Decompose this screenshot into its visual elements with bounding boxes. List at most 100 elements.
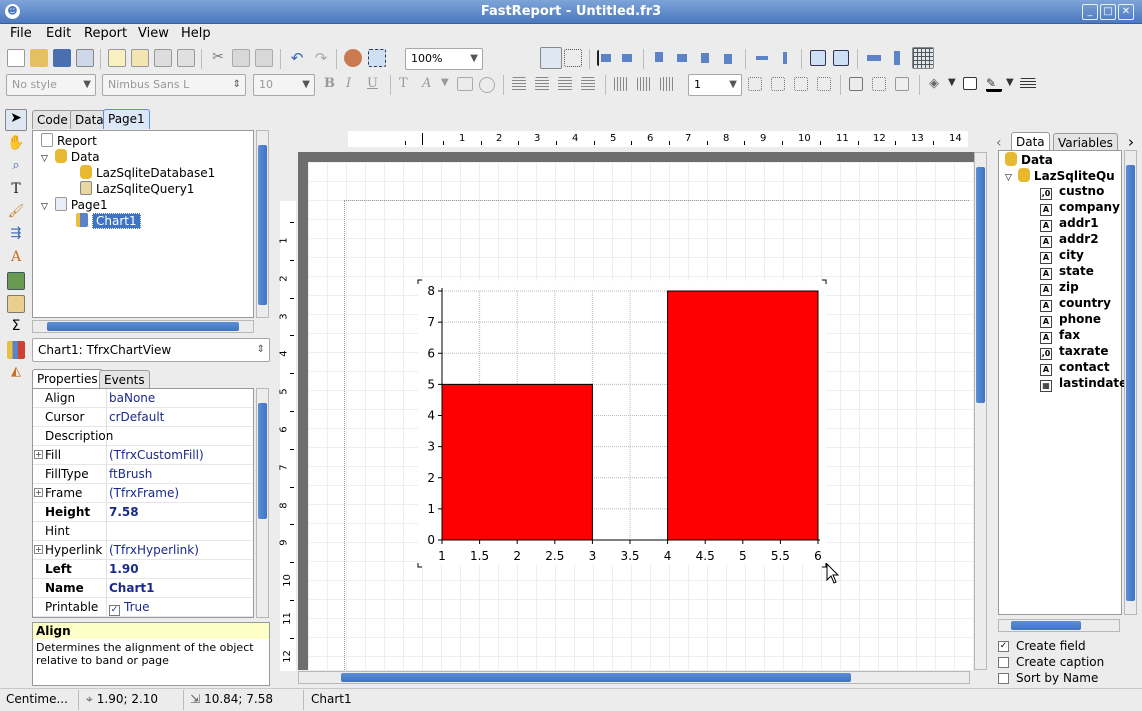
text-justify-icon[interactable] [581, 77, 595, 91]
text-tool-icon[interactable]: T [7, 181, 25, 199]
property-value[interactable]: (TfrxCustomFill) [109, 448, 204, 462]
expand-plus-icon[interactable]: + [34, 488, 43, 497]
space-horizontal-icon[interactable] [754, 50, 770, 66]
frame-style-icon[interactable] [1020, 78, 1036, 90]
open-icon[interactable] [30, 49, 48, 67]
tree-vscroll[interactable] [256, 130, 269, 318]
line-width-combo[interactable]: 1 ▼ [688, 74, 742, 96]
field-taxrate[interactable]: ,0 taxrate [1040, 344, 1108, 360]
italic-icon[interactable]: I [346, 76, 351, 91]
field-lastindate[interactable]: ▦ lastindate [1040, 376, 1127, 392]
tab-properties[interactable]: Properties [32, 369, 103, 388]
ungroup-icon[interactable] [368, 49, 386, 67]
font-settings-icon[interactable]: T [399, 76, 408, 91]
valign-middle-icon[interactable] [637, 77, 651, 91]
expand-plus-icon[interactable]: + [34, 450, 43, 459]
tab-events[interactable]: Events [99, 370, 150, 389]
property-value[interactable]: crDefault [109, 410, 164, 424]
workspace-hscroll[interactable] [298, 671, 970, 684]
center-horizontal-icon[interactable] [810, 50, 826, 66]
dataset-node[interactable]: ▽ LazSqliteQu [1005, 168, 1115, 183]
menu-file[interactable]: File [10, 26, 32, 41]
zoom-combo[interactable]: 100% ▼ [405, 48, 483, 70]
tab-page1[interactable]: Page1 [103, 109, 150, 129]
frame-top-icon[interactable] [748, 77, 762, 91]
tree-hscroll[interactable] [32, 320, 254, 333]
tabs-scroll-right-icon[interactable]: › [1128, 133, 1134, 151]
undo-icon[interactable]: ↶ [288, 49, 306, 67]
property-row[interactable]: Hint [33, 522, 253, 541]
expand-icon[interactable]: ▽ [1005, 173, 1012, 183]
align-top-icon[interactable] [651, 50, 667, 66]
field-addr1[interactable]: Aaddr1 [1040, 216, 1099, 232]
field-company[interactable]: Acompany [1040, 200, 1120, 216]
frame-all-icon[interactable] [849, 77, 863, 91]
property-value[interactable]: (TfrxHyperlink) [109, 543, 199, 557]
preview-icon[interactable] [76, 49, 94, 67]
property-row[interactable]: Left 1.90 [33, 560, 253, 579]
scroll-thumb[interactable] [1011, 621, 1081, 630]
scroll-thumb[interactable] [258, 403, 267, 519]
align-center-icon[interactable] [697, 50, 713, 66]
expand-plus-icon[interactable]: + [34, 545, 43, 554]
align-middle-icon[interactable] [674, 50, 690, 66]
new-dialog-icon[interactable] [131, 49, 149, 67]
band-tool-icon[interactable]: ⇶ [7, 226, 25, 244]
highlight-icon[interactable] [457, 77, 473, 91]
redo-icon[interactable]: ↷ [312, 49, 330, 67]
option-label[interactable]: Sort by Name [1016, 671, 1098, 685]
property-row[interactable]: + Hyperlink (TfrxHyperlink) [33, 541, 253, 560]
subreport-icon[interactable] [7, 295, 25, 313]
font-color-icon[interactable]: A [422, 76, 431, 91]
expand-icon[interactable]: ▽ [41, 154, 48, 164]
tree-page[interactable]: ▽ Page1 [41, 197, 108, 212]
data-tree-hscroll[interactable] [998, 619, 1120, 632]
property-row[interactable]: FillType ftBrush [33, 465, 253, 484]
delete-page-icon[interactable] [154, 49, 172, 67]
align-left-icon[interactable] [597, 50, 613, 66]
format-painter-icon[interactable]: 🖌 [7, 204, 25, 222]
fill-color-icon[interactable]: ◈ [929, 76, 945, 92]
frame-none-icon[interactable] [872, 77, 886, 91]
scroll-thumb[interactable] [47, 322, 239, 331]
valign-top-icon[interactable] [614, 77, 628, 91]
field-city[interactable]: Acity [1040, 248, 1084, 264]
property-row[interactable]: + Frame (TfrxFrame) [33, 484, 253, 503]
text-align-center-icon[interactable] [535, 77, 549, 91]
option-label[interactable]: Create caption [1016, 655, 1104, 669]
property-row[interactable]: Cursor crDefault [33, 408, 253, 427]
align-right-icon[interactable] [620, 50, 636, 66]
frame-right-icon[interactable] [817, 77, 831, 91]
tree-report[interactable]: Report [41, 133, 97, 148]
text-align-right-icon[interactable] [558, 77, 572, 91]
scroll-thumb[interactable] [976, 167, 985, 403]
underline-icon[interactable]: U [367, 76, 378, 91]
chart-tool-icon[interactable] [7, 341, 25, 359]
tree-data[interactable]: ▽ Data [41, 149, 100, 164]
bold-icon[interactable]: B [324, 76, 335, 91]
shadow-icon[interactable] [895, 77, 909, 91]
zoom-tool-icon[interactable]: ⌕ [7, 158, 25, 176]
save-icon[interactable] [53, 49, 71, 67]
align-bottom-icon[interactable] [720, 50, 736, 66]
same-height-icon[interactable] [889, 50, 905, 66]
shapes-icon[interactable]: ◭ [7, 364, 25, 382]
field-state[interactable]: Astate [1040, 264, 1094, 280]
printable-checkbox[interactable]: ✓ [109, 605, 120, 616]
tree-query[interactable]: LazSqliteQuery1 [80, 181, 194, 196]
paste-icon[interactable] [255, 49, 273, 67]
properties-vscroll[interactable] [256, 388, 269, 618]
new-report-icon[interactable] [7, 49, 25, 67]
property-value[interactable]: (TfrxFrame) [109, 486, 179, 500]
select-tool-icon[interactable]: ➤ [5, 109, 27, 131]
field-zip[interactable]: Azip [1040, 280, 1079, 296]
font-combo[interactable]: Nimbus Sans L ⇕ [102, 74, 246, 96]
cut-icon[interactable]: ✂ [209, 49, 227, 67]
option-label[interactable]: Create field [1016, 639, 1086, 653]
property-row[interactable]: + Fill (TfrxCustomFill) [33, 446, 253, 465]
field-phone[interactable]: Aphone [1040, 312, 1101, 328]
new-page-icon[interactable] [108, 49, 126, 67]
data-root[interactable]: Data [1005, 152, 1053, 167]
property-row[interactable]: Align baNone [33, 389, 253, 408]
chart-object[interactable]: 1 1.5 2 2.5 3 3.5 4 4.5 5 5.5 6012345678 [416, 278, 836, 570]
